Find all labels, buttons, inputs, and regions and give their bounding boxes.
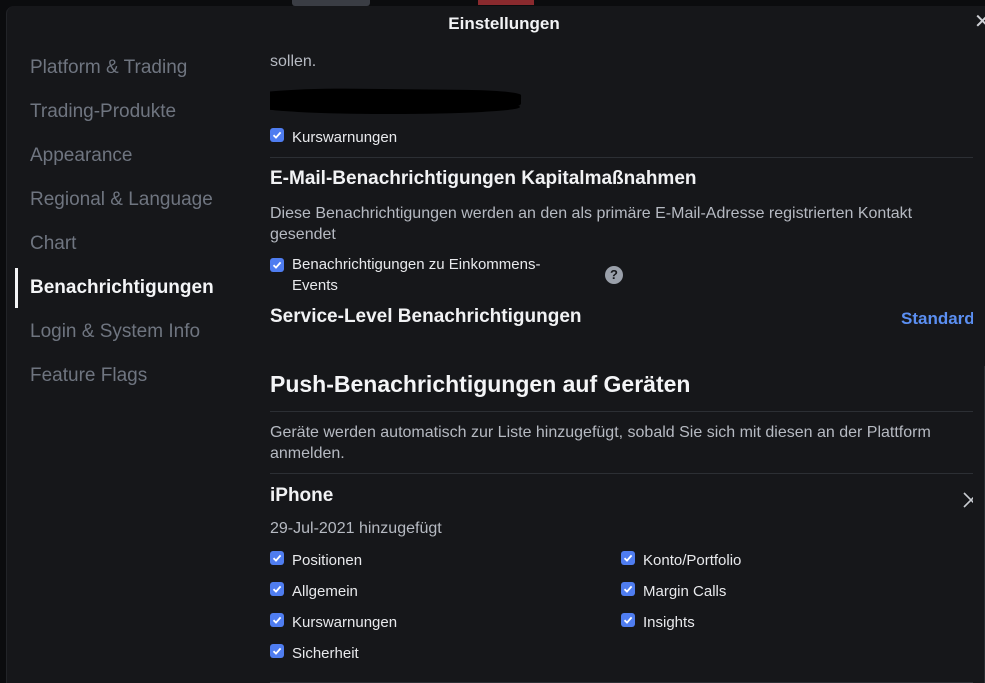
checkbox-label: Allgemein <box>292 583 358 600</box>
redaction-mark <box>270 100 520 114</box>
sidebar-item-login-system-info[interactable]: Login & System Info <box>7 310 247 354</box>
device-option-sicherheit[interactable]: Sicherheit <box>270 643 359 664</box>
sidebar-item-trading-produkte[interactable]: Trading-Produkte <box>7 90 247 134</box>
checkbox-label: Insights <box>643 614 695 631</box>
checkbox-checked-icon[interactable] <box>621 582 635 596</box>
checkbox-checked-icon[interactable] <box>621 613 635 627</box>
kurswarnungen-checkbox-top[interactable]: Kurswarnungen <box>270 127 397 148</box>
device-option-konto-portfolio[interactable]: Konto/Portfolio <box>621 550 741 571</box>
service-level-standard-link[interactable]: Standard <box>901 309 973 329</box>
push-section-description: Geräte werden automatisch zur Liste hinz… <box>270 424 931 462</box>
checkbox-checked-icon[interactable] <box>621 551 635 565</box>
settings-sidebar: Platform & Trading Trading-Produkte Appe… <box>7 46 247 398</box>
checkbox-checked-icon[interactable] <box>270 128 284 142</box>
help-icon[interactable]: ? <box>605 266 623 284</box>
einkommens-events-checkbox[interactable]: Benachrichtigungen zu Einkommens-Events <box>270 254 570 296</box>
divider <box>270 473 973 474</box>
checkbox-label: Benachrichtigungen zu Einkommens-Events <box>292 256 541 294</box>
email-section-description: Diese Benachrichtigungen werden an den a… <box>270 205 913 243</box>
sidebar-item-platform-trading[interactable]: Platform & Trading <box>7 46 247 90</box>
divider <box>270 411 973 412</box>
checkbox-checked-icon[interactable] <box>270 582 284 596</box>
checkbox-checked-icon[interactable] <box>270 613 284 627</box>
sidebar-item-benachrichtigungen[interactable]: Benachrichtigungen <box>7 266 247 310</box>
device-option-margin-calls[interactable]: Margin Calls <box>621 581 726 602</box>
sidebar-item-feature-flags[interactable]: Feature Flags <box>7 354 247 398</box>
checkbox-label: Kurswarnungen <box>292 129 398 146</box>
checkbox-checked-icon[interactable] <box>270 258 284 272</box>
sidebar-item-appearance[interactable]: Appearance <box>7 134 247 178</box>
service-level-title: Service-Level Benachrichtigungen <box>270 306 582 327</box>
truncated-text: sollen. <box>270 53 317 70</box>
dialog-title: Einstellungen <box>448 14 560 33</box>
device-option-kurswarnungen[interactable]: Kurswarnungen <box>270 612 397 633</box>
device-option-insights[interactable]: Insights <box>621 612 695 633</box>
sidebar-item-chart[interactable]: Chart <box>7 222 247 266</box>
sidebar-item-regional-language[interactable]: Regional & Language <box>7 178 247 222</box>
push-section-title: Push-Benachrichtigungen auf Geräten <box>270 371 691 397</box>
checkbox-label: Margin Calls <box>643 583 727 600</box>
checkbox-label: Kurswarnungen <box>292 614 398 631</box>
background-red-marker <box>478 0 534 5</box>
settings-content: sollen. Kurswarnungen E-Mail-Benachricht… <box>270 42 973 683</box>
email-section-title: E-Mail-Benachrichtigungen Kapitalmaßnahm… <box>270 168 697 189</box>
checkbox-label: Positionen <box>292 552 363 569</box>
device-name: iPhone <box>270 485 334 506</box>
device-option-positionen[interactable]: Positionen <box>270 550 362 571</box>
checkbox-checked-icon[interactable] <box>270 644 284 658</box>
dialog-titlebar: Einstellungen ✕ <box>7 6 985 42</box>
device-added-date: 29-Jul-2021 hinzugefügt <box>270 520 442 537</box>
settings-dialog: Einstellungen ✕ Platform & Trading Tradi… <box>6 6 985 683</box>
checkbox-checked-icon[interactable] <box>270 551 284 565</box>
checkbox-label: Konto/Portfolio <box>643 552 742 569</box>
close-icon[interactable]: ✕ <box>974 12 985 32</box>
device-option-allgemein[interactable]: Allgemein <box>270 581 358 602</box>
remove-device-icon[interactable] <box>962 491 973 509</box>
divider <box>270 157 973 158</box>
checkbox-label: Sicherheit <box>292 645 359 662</box>
